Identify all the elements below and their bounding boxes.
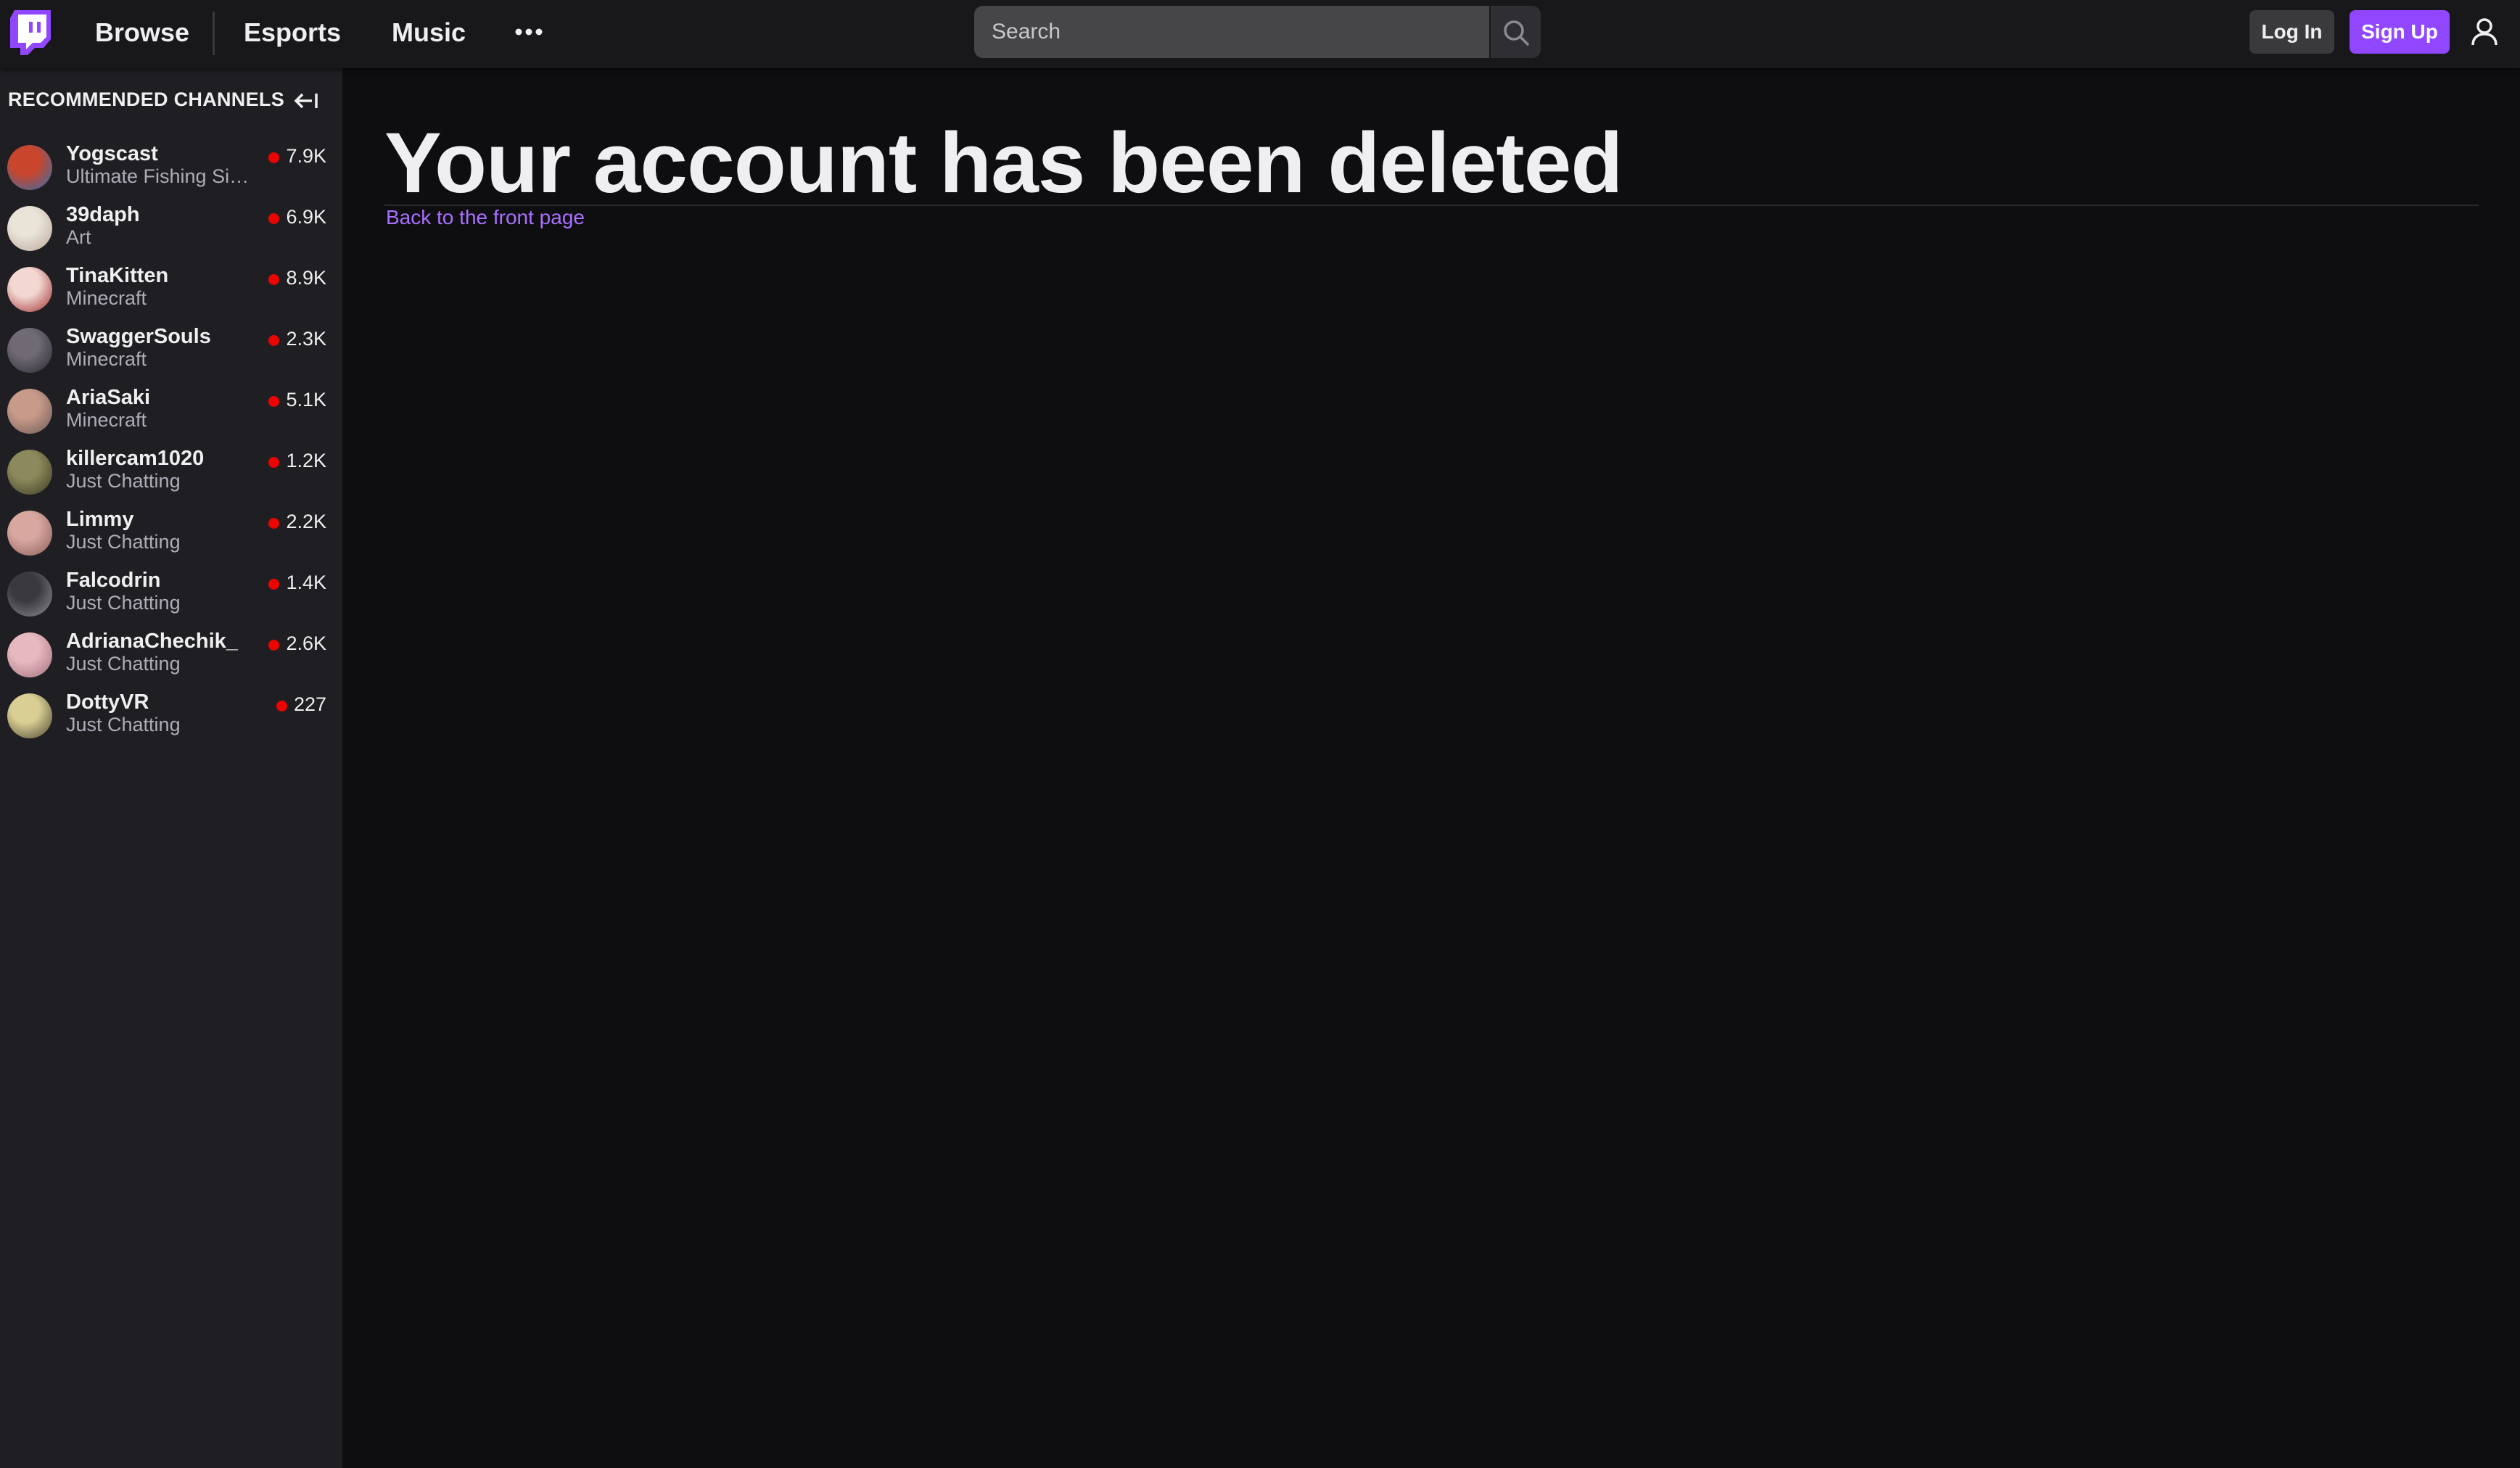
title-divider (384, 205, 2479, 206)
viewer-count: 1.4K (286, 572, 326, 593)
channel-name: AdrianaChechik_ (66, 630, 238, 653)
live-indicator-icon (268, 396, 280, 407)
channel-name: 39daph (66, 203, 140, 226)
collapse-arrow-icon[interactable] (292, 90, 319, 112)
channel-avatar (7, 572, 52, 617)
channel-avatar (7, 267, 52, 312)
nav-divider (213, 12, 215, 55)
live-indicator-icon (268, 640, 280, 651)
channel-game: Just Chatting (66, 714, 181, 735)
viewer-count: 2.6K (286, 632, 326, 654)
live-indicator-icon (268, 335, 280, 346)
nav-music-link[interactable]: Music (392, 16, 466, 49)
search-input[interactable] (974, 6, 1489, 58)
channel-avatar (7, 693, 52, 738)
channel-game: Minecraft (66, 348, 147, 370)
user-icon[interactable] (2471, 17, 2498, 46)
viewer-count: 227 (293, 693, 326, 715)
nav-esports-link[interactable]: Esports (244, 16, 341, 49)
channel-avatar (7, 511, 52, 556)
channel-avatar (7, 328, 52, 373)
sidebar: RECOMMENDED CHANNELS Yogscast Ultimate Fi… (0, 68, 342, 1468)
channel-game: Ultimate Fishing Simulator (66, 165, 251, 187)
channel-game: Minecraft (66, 287, 147, 309)
sidebar-channel-item[interactable]: 39daph Art 6.9K (0, 199, 342, 260)
sidebar-channel-item[interactable]: AdrianaChechik_ Just Chatting 2.6K (0, 625, 342, 686)
search-button[interactable] (1491, 6, 1541, 58)
channel-name: killercam1020 (66, 447, 205, 470)
top-nav: Browse Esports Music Log In Sign Up (0, 0, 2520, 68)
live-indicator-icon (268, 457, 280, 468)
channel-avatar (7, 389, 52, 434)
recommended-channels-heading: RECOMMENDED CHANNELS (8, 88, 285, 110)
channel-game: Just Chatting (66, 653, 181, 675)
search-icon (1504, 20, 1529, 46)
sidebar-channel-item[interactable]: SwaggerSouls Minecraft 2.3K (0, 321, 342, 382)
viewer-count: 5.1K (286, 389, 326, 411)
sidebar-channel-item[interactable]: Limmy Just Chatting 2.2K (0, 503, 342, 564)
channel-name: SwaggerSouls (66, 325, 211, 348)
viewer-count: 2.2K (286, 511, 326, 532)
live-indicator-icon (268, 579, 280, 590)
channel-avatar (7, 632, 52, 677)
live-indicator-icon (268, 213, 280, 224)
viewer-count: 7.9K (286, 145, 326, 167)
nav-browse-link[interactable]: Browse (95, 16, 189, 49)
channel-game: Art (66, 226, 91, 248)
channel-name: Falcodrin (66, 569, 161, 592)
viewer-count: 2.3K (286, 328, 326, 350)
channel-name: TinaKitten (66, 264, 169, 287)
sidebar-channel-item[interactable]: YogscastUltimate Fishing Simulator 7.9K (0, 138, 342, 199)
channel-name: Limmy (66, 508, 134, 531)
channel-avatar (7, 206, 52, 251)
back-to-front-page-link[interactable]: Back to the front page (386, 206, 585, 229)
sidebar-channel-item[interactable]: DottyVR Just Chatting 227 (0, 686, 342, 747)
live-indicator-icon (276, 701, 287, 712)
channel-game: Minecraft (66, 409, 147, 431)
viewer-count: 8.9K (286, 267, 326, 289)
page-title: Your account has been deleted (384, 115, 1623, 211)
search-bar (974, 6, 1541, 58)
channel-name: DottyVR (66, 690, 149, 714)
viewer-count: 1.2K (286, 450, 326, 471)
more-dots-icon[interactable] (514, 23, 544, 41)
channel-game: Just Chatting (66, 470, 181, 492)
live-indicator-icon (268, 152, 280, 163)
live-indicator-icon (268, 274, 280, 285)
channel-name: AriaSaki (66, 386, 151, 409)
sidebar-channel-item[interactable]: Falcodrin Just Chatting 1.4K (0, 564, 342, 625)
sidebar-channel-item[interactable]: AriaSaki Minecraft 5.1K (0, 382, 342, 442)
sidebar-channel-item[interactable]: killercam1020 Just Chatting 1.2K (0, 442, 342, 503)
login-button[interactable]: Log In (2249, 10, 2334, 54)
viewer-count: 6.9K (286, 206, 326, 228)
channel-avatar (7, 145, 52, 190)
channel-avatar (7, 450, 52, 495)
signup-button[interactable]: Sign Up (2350, 10, 2450, 54)
live-indicator-icon (268, 518, 280, 529)
channel-game: Just Chatting (66, 592, 181, 614)
channel-game: Just Chatting (66, 531, 181, 553)
twitch-logo-icon[interactable] (10, 10, 51, 55)
sidebar-channel-item[interactable]: TinaKitten Minecraft 8.9K (0, 260, 342, 321)
channel-name: Yogscast (66, 142, 158, 165)
